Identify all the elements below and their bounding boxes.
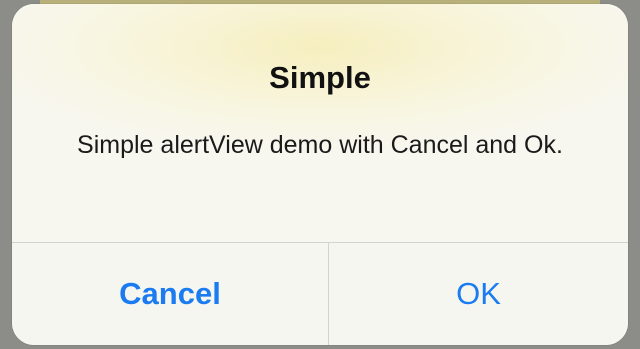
alert-dialog: Simple Simple alertView demo with Cancel… <box>12 4 628 345</box>
alert-message: Simple alertView demo with Cancel and Ok… <box>77 131 563 159</box>
alert-body: Simple Simple alertView demo with Cancel… <box>12 4 628 242</box>
ok-button[interactable]: OK <box>329 243 628 345</box>
alert-button-row: Cancel OK <box>12 243 628 345</box>
alert-title: Simple <box>269 60 371 95</box>
cancel-button[interactable]: Cancel <box>12 243 328 345</box>
